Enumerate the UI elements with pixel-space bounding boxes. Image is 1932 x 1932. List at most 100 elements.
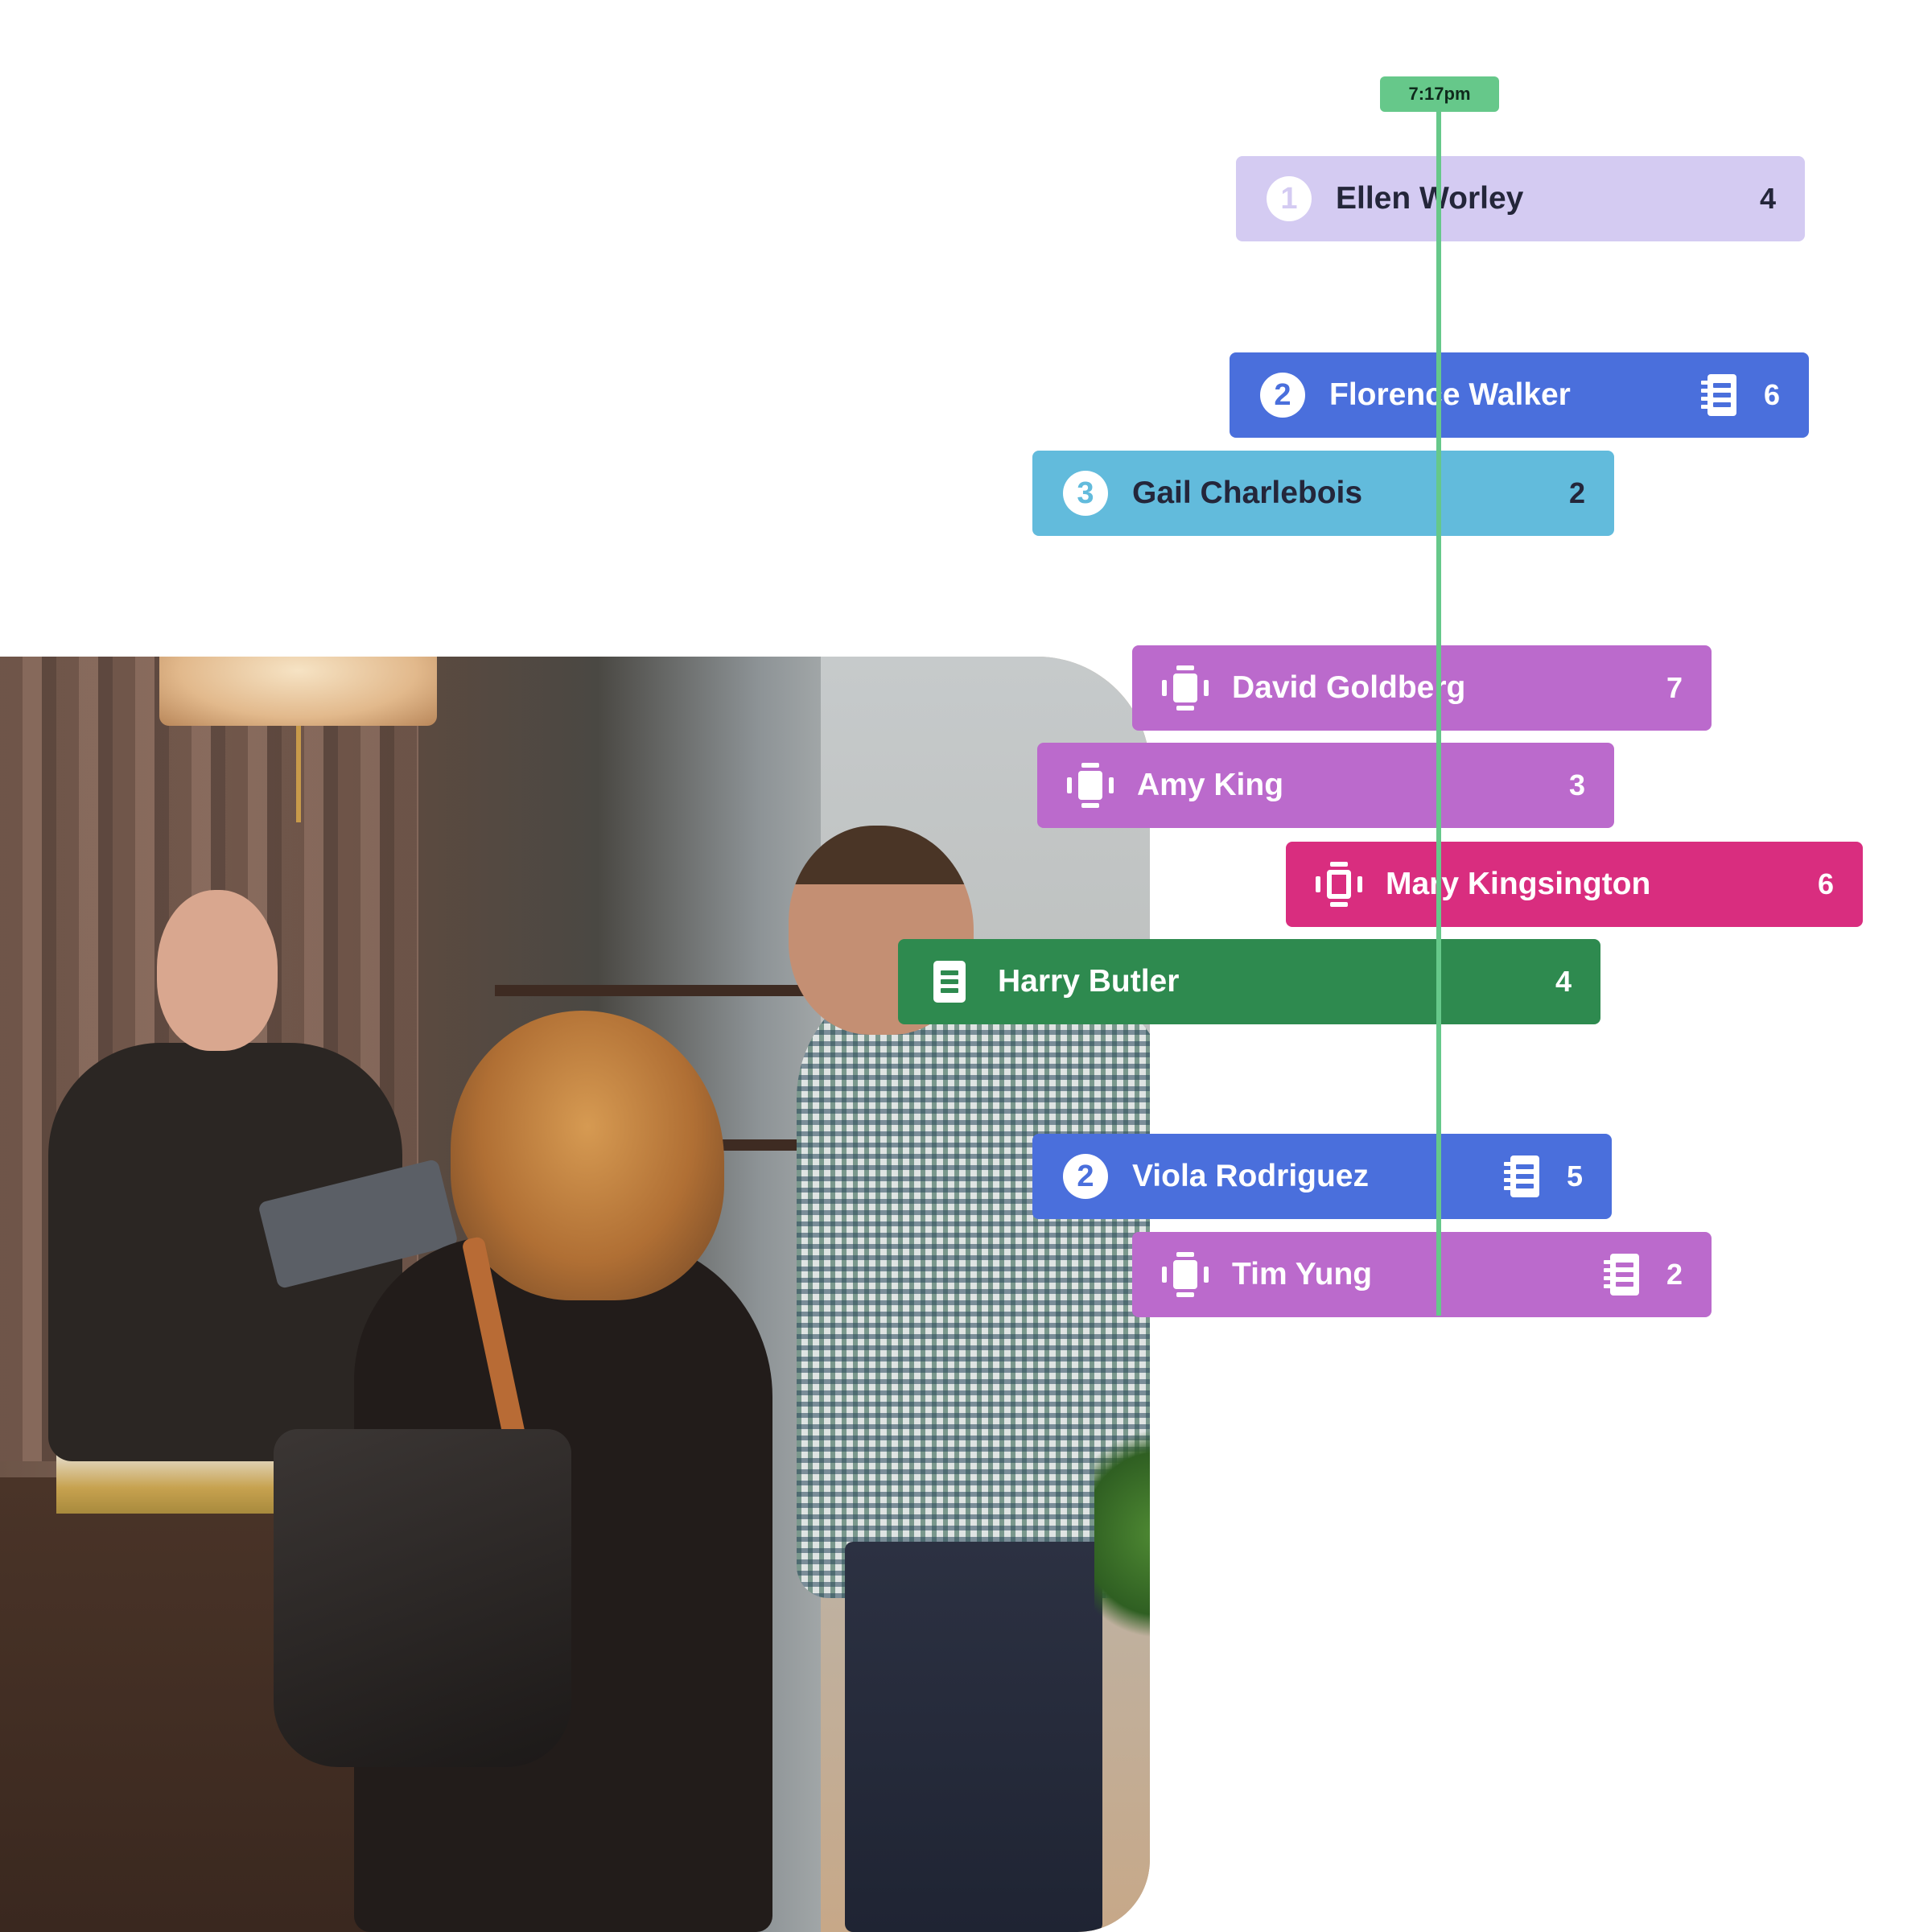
notes-icon-ring [1503,1178,1512,1182]
pager-icon-part [1078,771,1102,800]
pager-icon-part [1109,777,1114,793]
pager-icon-part [1081,763,1099,768]
reservation-lead: 2 [1257,369,1308,421]
reservation-bar[interactable]: David Goldberg 7 [1132,645,1712,731]
pager-icon-part [1176,1252,1194,1257]
party-size: 4 [1759,182,1776,215]
document-icon [933,961,969,1003]
photo-bag [274,1429,571,1767]
pager-active-icon [1313,859,1365,910]
guest-name: David Goldberg [1232,670,1466,705]
party-size: 2 [1568,476,1585,509]
queue-number-badge: 1 [1267,176,1312,221]
notes-icon-line [1615,1263,1633,1267]
reservation-meta: 5 [1503,1155,1583,1197]
reservation-bar[interactable]: Amy King 3 [1037,743,1614,828]
reservation-bar[interactable]: 2 Viola Rodriguez 5 [1032,1134,1612,1219]
pager-icon-part [1162,680,1167,696]
reservation-bar[interactable]: Mary Kingsington 6 [1286,842,1863,927]
reservation-bar[interactable]: Tim Yung 2 [1132,1232,1712,1317]
notes-icon-line [1712,383,1731,388]
photo-jeans [845,1542,1102,1932]
current-time-badge: 7:17pm [1380,76,1499,112]
document-icon-line [941,979,958,984]
notes-icon-ring [1503,1162,1512,1166]
reservation-bar[interactable]: 2 Florence Walker 6 [1230,352,1809,438]
pager-icon-part [1176,1292,1194,1297]
notes-icon-line [1615,1282,1633,1287]
party-size: 5 [1566,1160,1583,1193]
guest-name: Florence Walker [1329,377,1571,412]
notes-icon-line [1712,402,1731,407]
guest-name: Harry Butler [998,964,1180,999]
reservation-lead [1065,760,1116,811]
notes-icon-line [1515,1164,1534,1169]
guest-name: Amy King [1137,768,1284,802]
guest-name: Viola Rodriguez [1132,1159,1369,1193]
pager-icon [1160,662,1211,714]
reservation-meta: 3 [1569,768,1585,802]
party-size: 6 [1763,378,1780,411]
reservation-meta: 4 [1555,965,1572,999]
pager-active-icon-part [1327,870,1351,899]
notes-icon-line [1515,1174,1534,1179]
reservation-lead: 2 [1060,1151,1111,1202]
document-icon-line [941,988,958,993]
pager-icon [1160,1249,1211,1300]
reservation-meta: 6 [1700,374,1780,416]
reservation-lead: 3 [1060,468,1111,519]
notes-icon [1603,1254,1639,1296]
pager-icon-part [1204,1267,1209,1283]
pager-icon-part [1173,1260,1197,1289]
notes-icon-ring [1603,1260,1612,1264]
reservation-meta: 2 [1603,1254,1683,1296]
reservation-bar[interactable]: 1 Ellen Worley 4 [1236,156,1805,241]
guest-name: Gail Charlebois [1132,476,1363,510]
pager-icon-part [1067,777,1072,793]
guest-name: Tim Yung [1232,1257,1373,1291]
reservation-lead: 1 [1263,173,1315,225]
queue-number-badge: 2 [1260,373,1305,418]
queue-number-badge: 2 [1063,1154,1108,1199]
notes-icon-ring [1700,381,1709,385]
photo-guest-hair [451,1011,724,1300]
notes-icon-ring [1503,1186,1512,1190]
photo-shelf [495,985,833,996]
photo-host-head [157,890,278,1051]
notes-icon-ring [1603,1268,1612,1272]
reservation-bar[interactable]: 3 Gail Charlebois 2 [1032,451,1614,536]
reservation-meta: 6 [1818,867,1834,901]
pager-active-icon-part [1330,902,1348,907]
reservation-meta: 4 [1760,182,1776,216]
reservation-lead [1160,1249,1211,1300]
pager-icon-part [1204,680,1209,696]
hero-photo [0,657,1150,1932]
pager-icon [1065,760,1116,811]
notes-icon-ring [1700,397,1709,401]
pager-icon-part [1173,674,1197,702]
pager-active-icon-part [1330,862,1348,867]
reservation-meta: 2 [1569,476,1585,510]
notes-icon-line [1712,393,1731,398]
reservation-lead [925,956,977,1007]
notes-icon-ring [1603,1284,1612,1288]
photo-lamp [159,657,437,726]
notes-icon-line [1615,1272,1633,1277]
queue-number-badge: 3 [1063,471,1108,516]
party-size: 4 [1555,965,1572,998]
document-icon-line [941,970,958,975]
party-size: 7 [1666,671,1683,704]
pager-active-icon-part [1316,876,1320,892]
party-size: 2 [1666,1258,1683,1291]
pager-icon-part [1081,803,1099,808]
notes-icon-line [1515,1184,1534,1188]
notes-icon-ring [1700,389,1709,393]
pager-active-icon-part [1357,876,1362,892]
reservation-bar[interactable]: Harry Butler 4 [898,939,1600,1024]
reservation-lead [1313,859,1365,910]
photo-lamp-stem [296,726,301,822]
current-time-line [1436,112,1441,1316]
guest-name: Mary Kingsington [1386,867,1651,901]
reservation-meta: 7 [1666,671,1683,705]
pager-icon-part [1176,706,1194,711]
